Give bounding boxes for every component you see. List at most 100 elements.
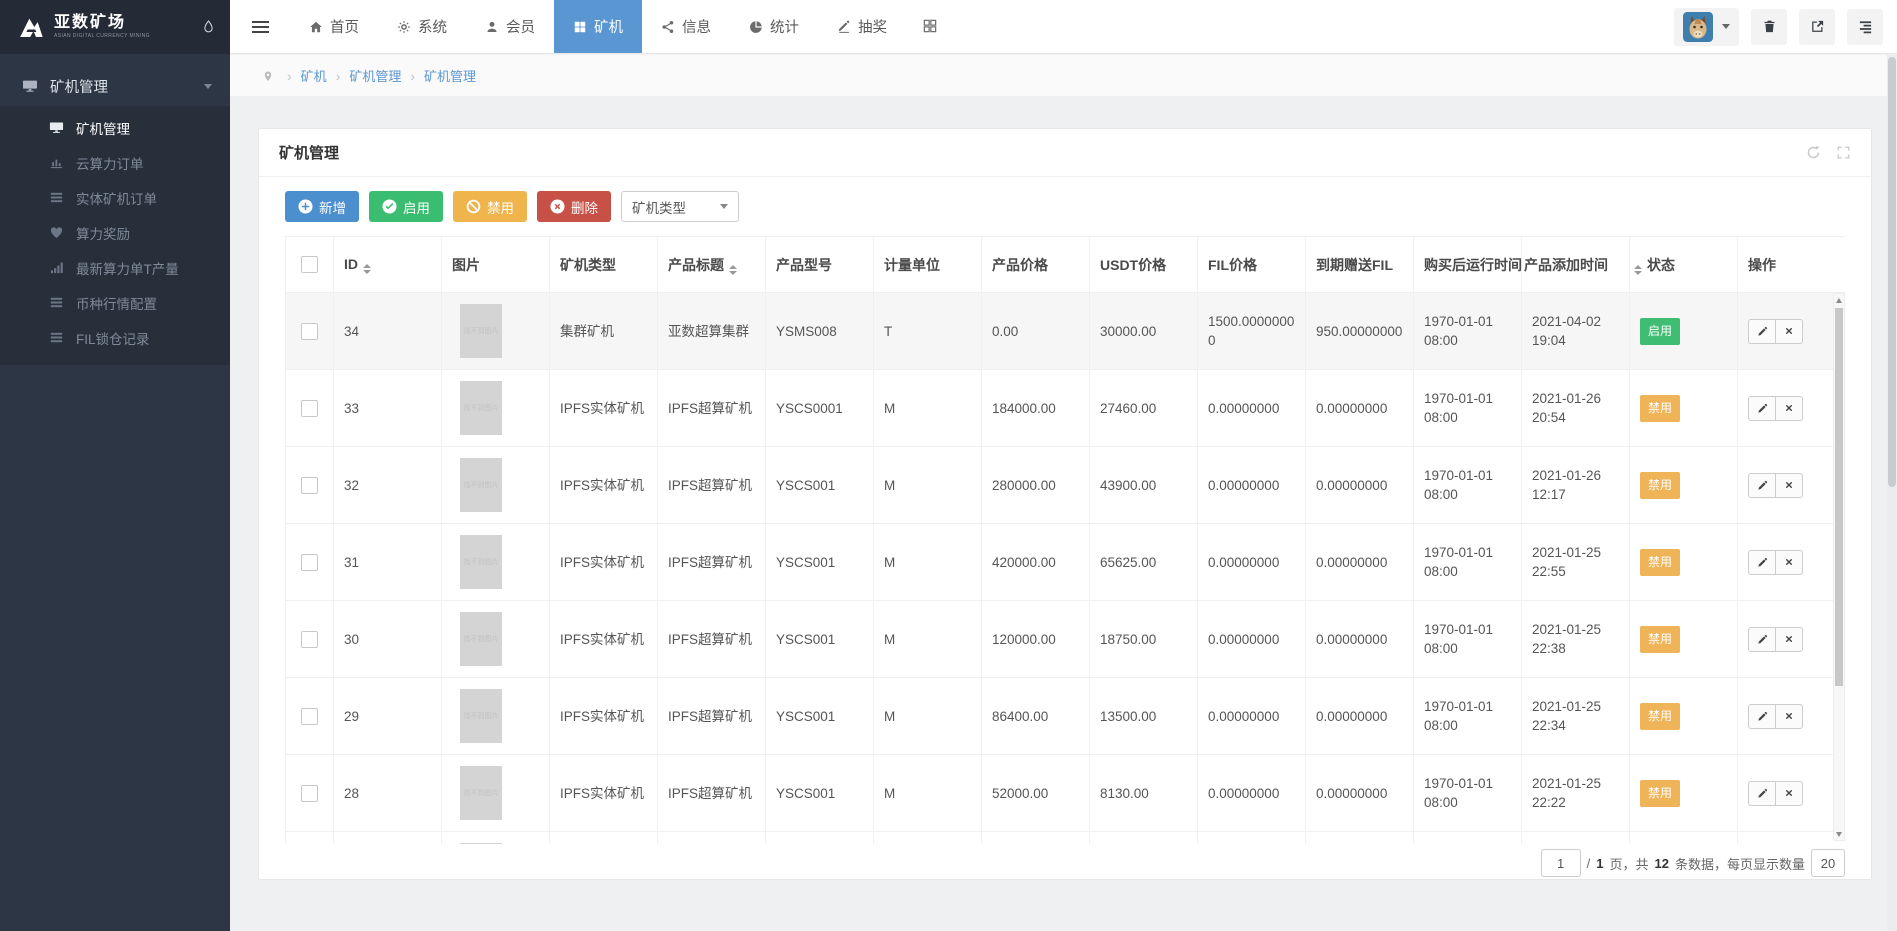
page-scrollbar[interactable] (1887, 55, 1897, 931)
cell-id: 31 (334, 524, 442, 601)
edit-button[interactable] (1748, 396, 1776, 421)
page-scrollbar-thumb[interactable] (1888, 57, 1896, 487)
cell-actions (1738, 678, 1846, 755)
scrollbar-thumb[interactable] (1835, 308, 1843, 686)
open-frontend-button[interactable] (1799, 9, 1835, 45)
cell-model: YSCS0001 (766, 370, 874, 447)
sidebar-toggle-button[interactable] (230, 0, 290, 53)
nav-item-messages[interactable]: 信息 (642, 0, 730, 53)
breadcrumb-link[interactable]: 矿机 (301, 66, 327, 85)
sidebar-section-mining[interactable]: 矿机管理 (0, 66, 230, 106)
remove-button[interactable] (1775, 473, 1803, 498)
brand-area[interactable]: 亚数矿场 ASIAN DIGITAL CURRENCY MINING (0, 0, 230, 54)
sidebar-item-physical-miner-orders[interactable]: 实体矿机订单 (0, 180, 230, 215)
edit-button[interactable] (1748, 781, 1776, 806)
select-all-checkbox[interactable] (301, 256, 318, 273)
nav-item-miners[interactable]: 矿机 (554, 0, 642, 53)
refresh-icon[interactable] (1806, 145, 1821, 160)
cell-gift-fil: 0.00000000 (1306, 755, 1414, 832)
gear-icon (397, 19, 411, 35)
image-placeholder: 找不到图片 (460, 766, 502, 820)
col-model: 产品型号 (766, 237, 874, 293)
sidebar-item-fil-lock-records[interactable]: FIL锁仓记录 (0, 320, 230, 355)
edit-button[interactable] (1748, 319, 1776, 344)
cell-product-title: IPFS超算矿机 (658, 447, 766, 524)
page-number-input[interactable] (1541, 849, 1581, 877)
cell-model: YSCS001 (766, 755, 874, 832)
sort-icon[interactable] (363, 264, 371, 274)
nav-item-statistics[interactable]: 统计 (730, 0, 818, 53)
remove-button[interactable] (1775, 704, 1803, 729)
cell-price: 184000.00 (982, 370, 1090, 447)
menu-list-button[interactable] (1847, 9, 1883, 45)
table-scrollbar[interactable] (1833, 293, 1845, 841)
row-checkbox[interactable] (301, 323, 318, 340)
cell-unit: M (874, 601, 982, 678)
grid-icon (922, 18, 938, 36)
edit-button[interactable] (1748, 550, 1776, 575)
per-page-input[interactable] (1811, 849, 1845, 877)
nav-item-members[interactable]: 会员 (466, 0, 554, 53)
row-checkbox[interactable] (301, 785, 318, 802)
user-menu-button[interactable] (1674, 8, 1739, 46)
row-checkbox[interactable] (301, 631, 318, 648)
breadcrumb-link[interactable]: 矿机管理 (424, 66, 476, 85)
sort-icon[interactable] (729, 265, 737, 275)
breadcrumb-link[interactable]: 矿机管理 (349, 66, 401, 85)
add-button[interactable]: 新增 (285, 191, 359, 222)
sidebar-item-label: 币种行情配置 (76, 293, 157, 313)
sidebar-item-latest-t-output[interactable]: 最新算力单T产量 (0, 250, 230, 285)
scroll-down-arrow[interactable] (1834, 828, 1844, 840)
remove-button[interactable] (1775, 781, 1803, 806)
cell-unit: T (874, 293, 982, 370)
edit-button[interactable] (1748, 627, 1776, 652)
fullscreen-icon[interactable] (1836, 145, 1851, 160)
cell-miner-type: IPFS实体矿机 (550, 370, 658, 447)
nav-item-system[interactable]: 系统 (378, 0, 466, 53)
sidebar-section-label: 矿机管理 (50, 76, 108, 97)
miner-type-select[interactable]: 矿机类型 (621, 191, 739, 222)
remove-button[interactable] (1775, 396, 1803, 421)
disable-button[interactable]: 禁用 (453, 191, 527, 222)
enable-button[interactable]: 启用 (369, 191, 443, 222)
row-checkbox[interactable] (301, 554, 318, 571)
clear-cache-button[interactable] (1751, 9, 1787, 45)
cell-image: 找不到图片 (442, 755, 550, 832)
sidebar-item-miner-management[interactable]: 矿机管理 (0, 110, 230, 145)
sidebar-item-cloud-hashrate-orders[interactable]: 云算力订单 (0, 145, 230, 180)
col-id[interactable]: ID (334, 237, 442, 293)
cell-add-time: 2021-01-26 12:17 (1522, 447, 1630, 524)
sort-icon[interactable] (1634, 265, 1642, 275)
remove-button[interactable] (1775, 550, 1803, 575)
cell-product-title: IPFS超算矿机 (658, 524, 766, 601)
col-price: 产品价格 (982, 237, 1090, 293)
pen-icon (837, 19, 851, 35)
remove-button[interactable] (1775, 627, 1803, 652)
edit-button[interactable] (1748, 473, 1776, 498)
cell-unit: M (874, 447, 982, 524)
remove-button[interactable] (1775, 319, 1803, 344)
cell-image: 找不到图片 (442, 293, 550, 370)
row-checkbox[interactable] (301, 400, 318, 417)
scroll-up-arrow[interactable] (1834, 294, 1844, 306)
nav-item-lottery[interactable]: 抽奖 (818, 0, 906, 53)
sidebar-item-label: 最新算力单T产量 (76, 258, 179, 278)
cell-price: 0.00 (982, 293, 1090, 370)
apps-grid-button[interactable] (906, 0, 954, 53)
cell-product-title: IPFS超算矿机 (658, 370, 766, 447)
home-icon (309, 19, 323, 35)
sidebar-item-coin-market-config[interactable]: 币种行情配置 (0, 285, 230, 320)
breadcrumb-separator: › (287, 68, 292, 84)
col-product-title[interactable]: 产品标题 (658, 237, 766, 293)
status-badge: 禁用 (1640, 549, 1680, 576)
nav-item-home[interactable]: 首页 (290, 0, 378, 53)
row-checkbox[interactable] (301, 477, 318, 494)
row-checkbox[interactable] (301, 708, 318, 725)
sidebar-item-hashrate-rewards[interactable]: 算力奖励 (0, 215, 230, 250)
edit-button[interactable] (1748, 704, 1776, 729)
cell-fil-price: 0.00000000 (1198, 678, 1306, 755)
table-row: 29 找不到图片 IPFS实体矿机 IPFS超算矿机 YSCS001 M 864… (286, 678, 1846, 755)
cell-run-time: 1970-01-01 08:00 (1414, 524, 1522, 601)
delete-button[interactable]: 删除 (537, 191, 611, 222)
col-status[interactable]: 状态 (1630, 237, 1738, 293)
